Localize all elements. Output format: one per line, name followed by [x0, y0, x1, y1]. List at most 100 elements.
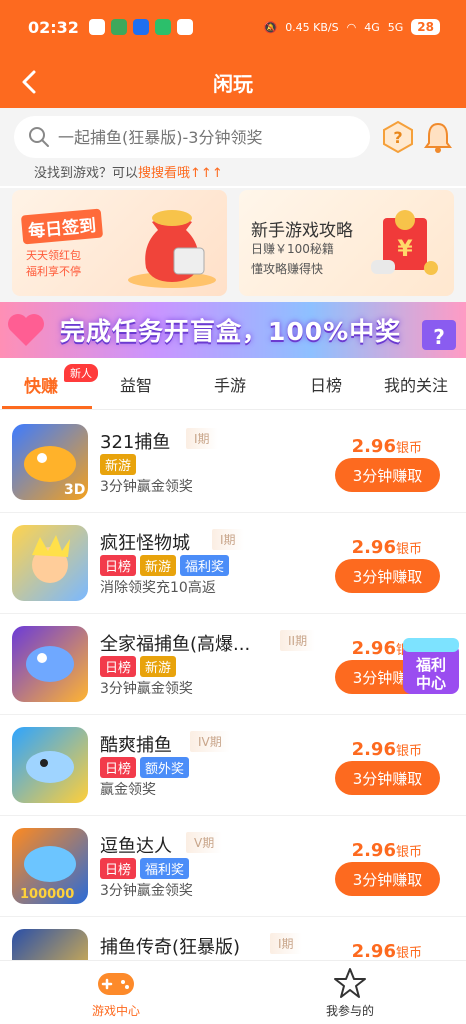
game-desc: 3分钟赢金领奖 — [100, 681, 193, 697]
game-icon: 100000 — [12, 828, 88, 904]
tag-row: 新游 — [100, 454, 137, 475]
tag-badge: 福利奖 — [180, 555, 230, 576]
game-row[interactable]: 捕鱼传奇(狂暴版) I期 2.96银币 — [0, 917, 466, 960]
game-period: I期 — [270, 933, 302, 954]
star-icon — [334, 968, 366, 998]
earn-button[interactable]: 3分钟赚取 — [335, 761, 440, 795]
new-user-badge: 新人 — [64, 364, 98, 382]
game-row[interactable]: 100000 逗鱼达人 V期 日榜 福利奖 3分钟赢金领奖 2.96银币 3分钟… — [0, 816, 466, 917]
search-box[interactable] — [14, 116, 370, 158]
mystery-box-icon: ? — [422, 320, 456, 350]
game-desc: 赢金领奖 — [100, 782, 156, 798]
earn-button[interactable]: 3分钟赚取 — [335, 559, 440, 593]
battery-icon: 28 — [411, 19, 440, 35]
banner-section: 每日签到 天天领红包 福利享不停 新手游戏攻略 日赚￥100秘籍 懂攻略赚得快 … — [0, 188, 466, 302]
guide-card[interactable]: 新手游戏攻略 日赚￥100秘籍 懂攻略赚得快 ¥ — [239, 190, 454, 296]
reward-amount: 2.96银币 — [351, 941, 422, 960]
tab-my-follow[interactable]: 我的关注 — [384, 372, 448, 396]
game-row[interactable]: 3D 321捕鱼 I期 新游 3分钟赢金领奖 2.96银币 3分钟赚取 — [0, 412, 466, 513]
net-speed: 0.45 KB/S — [285, 20, 339, 34]
game-name: 疯狂怪物城 — [100, 533, 190, 554]
bottom-nav: 游戏中心 我参与的 — [0, 960, 466, 1024]
money-bag-icon — [128, 210, 216, 288]
daily-line1: 天天领红包 — [26, 249, 81, 262]
tag-badge: 额外奖 — [140, 757, 190, 778]
nav-game-center-label: 游戏中心 — [91, 1004, 140, 1018]
nav-bar: 闲玩 — [0, 60, 466, 104]
daily-signin-card[interactable]: 每日签到 天天领红包 福利享不停 — [12, 190, 227, 296]
status-bar: 02:32 🔕 0.45 KB/S ◠ 4G 5G 28 — [28, 14, 440, 40]
bell-icon[interactable] — [422, 120, 454, 154]
reward-amount: 2.96银币 — [351, 739, 422, 760]
game-name: 全家福捕鱼(高爆... — [100, 634, 251, 655]
svg-text:?: ? — [433, 325, 445, 349]
tag-badge: 新游 — [140, 555, 177, 576]
tab-ribang[interactable]: 日榜 — [310, 372, 342, 396]
welfare-center-float[interactable]: 福利 中心 — [399, 628, 463, 698]
tag-row: 日榜 新游 — [100, 656, 177, 677]
game-desc: 3分钟赢金领奖 — [100, 479, 193, 495]
game-row[interactable]: 酷爽捕鱼 IV期 日榜 额外奖 赢金领奖 2.96银币 3分钟赚取 — [0, 715, 466, 816]
game-period: II期 — [280, 630, 316, 651]
tab-yizhi[interactable]: 益智 — [120, 372, 152, 396]
app-icon — [132, 19, 149, 35]
tag-row: 日榜 福利奖 — [100, 858, 190, 879]
guide-line2: 懂攻略赚得快 — [251, 262, 324, 276]
signal-4g: 4G — [364, 20, 380, 34]
search-section: ? 没找到游戏？可以搜搜看哦↑↑↑ — [0, 108, 466, 186]
wechat-icon — [88, 19, 105, 35]
game-period: V期 — [186, 832, 223, 853]
game-name: 321捕鱼 — [100, 432, 171, 453]
game-list: 3D 321捕鱼 I期 新游 3分钟赢金领奖 2.96银币 3分钟赚取 疯狂怪物… — [0, 412, 466, 960]
status-indicators: 🔕 0.45 KB/S ◠ 4G 5G 28 — [263, 19, 440, 35]
svg-text:?: ? — [393, 128, 402, 147]
svg-text:3D: 3D — [64, 482, 85, 498]
promo-text: 完成任务开盲盒，100%中奖 — [60, 317, 402, 346]
nav-my-joined[interactable]: 我参与的 — [290, 967, 410, 1019]
game-icon — [12, 727, 88, 803]
game-period: I期 — [186, 428, 218, 449]
page-title: 闲玩 — [213, 72, 253, 96]
game-icon — [12, 929, 88, 960]
nav-game-center[interactable]: 游戏中心 — [56, 967, 176, 1019]
tab-kuaizhuan[interactable]: 快赚 — [24, 372, 58, 397]
earn-button[interactable]: 3分钟赚取 — [335, 458, 440, 492]
tag-badge: 新游 — [100, 454, 137, 475]
svg-text:中心: 中心 — [416, 674, 446, 692]
tag-badge: 日榜 — [100, 858, 137, 879]
red-envelope-icon: ¥ — [371, 210, 438, 275]
reward-amount: 2.96银币 — [351, 537, 422, 558]
game-name: 酷爽捕鱼 — [100, 735, 172, 756]
svg-text:福利: 福利 — [415, 656, 446, 674]
search-input[interactable] — [58, 127, 358, 147]
guide-title: 新手游戏攻略 — [251, 221, 353, 241]
game-period: IV期 — [190, 731, 230, 752]
gamepad-icon — [98, 973, 134, 995]
wifi-icon: ◠ — [346, 20, 357, 34]
game-icon: 3D — [12, 424, 88, 500]
heart-icon — [8, 314, 44, 346]
svg-text:100000: 100000 — [20, 887, 74, 902]
search-hint: 没找到游戏？可以搜搜看哦↑↑↑ — [34, 166, 223, 181]
game-name: 逗鱼达人 — [100, 836, 172, 857]
daily-title: 每日签到 — [20, 208, 104, 245]
game-row[interactable]: 疯狂怪物城 I期 日榜 新游 福利奖 消除领奖充10高返 2.96银币 3分钟赚… — [0, 513, 466, 614]
game-icon — [12, 525, 88, 601]
tab-indicator — [2, 406, 92, 409]
nav-my-joined-label: 我参与的 — [325, 1004, 374, 1018]
tag-badge: 日榜 — [100, 555, 137, 576]
promo-banner[interactable]: 完成任务开盲盒，100%中奖 ? — [0, 302, 466, 358]
app-header: 02:32 🔕 0.45 KB/S ◠ 4G 5G 28 闲玩 — [0, 0, 466, 108]
mute-icon: 🔕 — [263, 20, 278, 34]
status-time: 02:32 — [28, 17, 79, 37]
search-hint-link[interactable]: 搜搜看哦 — [138, 166, 190, 181]
tab-shouyou[interactable]: 手游 — [214, 372, 246, 396]
game-row[interactable]: 全家福捕鱼(高爆... II期 日榜 新游 3分钟赢金领奖 2.96银币 3分钟… — [0, 614, 466, 715]
game-name: 捕鱼传奇(狂暴版) — [100, 937, 241, 958]
help-icon[interactable]: ? — [382, 120, 414, 154]
map-icon — [176, 19, 193, 35]
game-desc: 消除领奖充10高返 — [100, 580, 216, 596]
signal-5g: 5G — [387, 20, 404, 34]
daily-line2: 福利享不停 — [26, 265, 81, 278]
earn-button[interactable]: 3分钟赚取 — [335, 862, 440, 896]
